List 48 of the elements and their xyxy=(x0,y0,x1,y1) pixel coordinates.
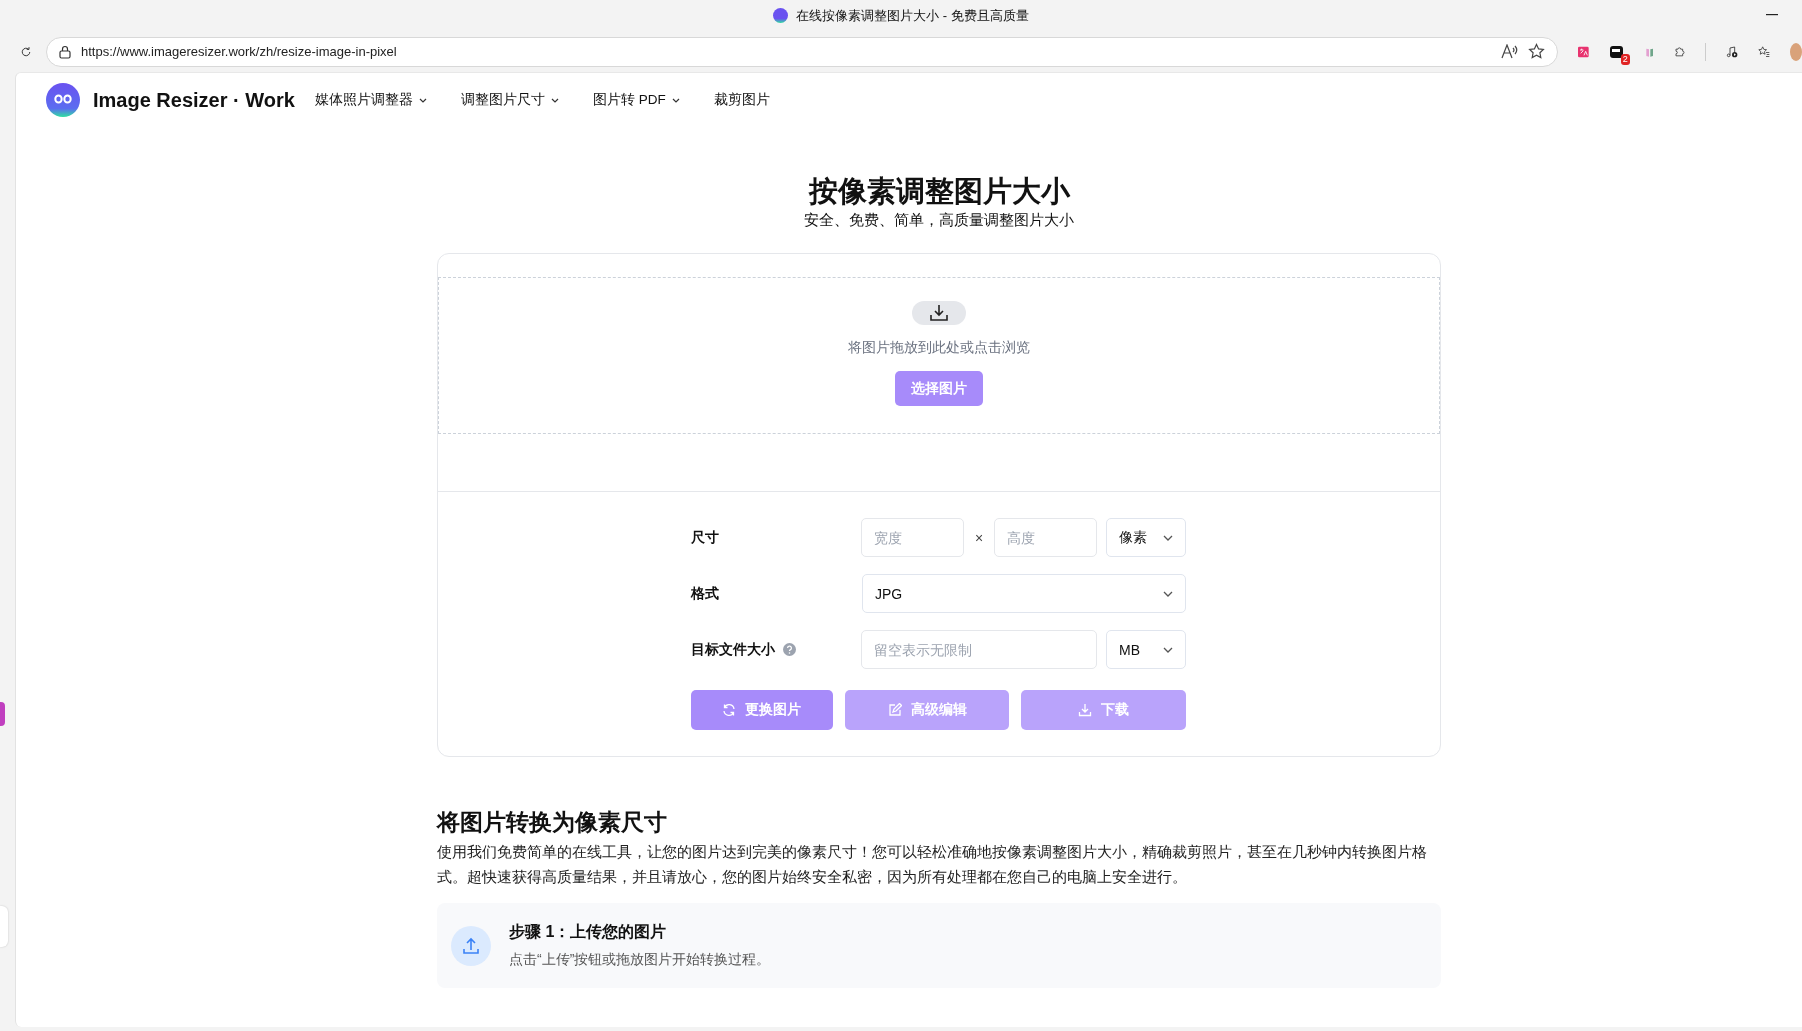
download-icon xyxy=(1078,703,1093,717)
chevron-down-icon xyxy=(1163,590,1173,597)
star-icon[interactable] xyxy=(1528,43,1545,60)
target-size-field[interactable]: 留空表示无限制 xyxy=(861,630,1097,669)
nav-link[interactable]: 媒体照片调整器 xyxy=(314,91,427,109)
sidebar-toggle-icon[interactable] xyxy=(0,906,8,947)
window-title: 在线按像素调整图片大小 - 免费且高质量 xyxy=(796,6,1029,25)
field-label: 目标文件大小 xyxy=(691,640,775,659)
download-icon xyxy=(912,301,966,325)
extension-icon[interactable] xyxy=(1608,43,1625,60)
url-text: https://www.imageresizer.work/zh/resize-image-in-pixel xyxy=(81,44,397,59)
nav-link[interactable]: 裁剪图片 xyxy=(713,91,770,109)
times-sign: × xyxy=(973,529,985,546)
chevron-down-icon xyxy=(550,97,559,103)
brand-name[interactable]: Image Resizer · Work xyxy=(93,88,295,112)
drop-zone[interactable]: 将图片拖放到此处或点击浏览 选择图片 xyxy=(438,277,1440,434)
format-dropdown[interactable]: JPG xyxy=(862,574,1186,613)
section-paragraph: 使用我们免费简单的在线工具，让您的图片达到完美的像素尺寸！您可以轻松准确地按像素调整图片大小，精确裁剪照片，甚至在几秒钟内转换图片格式。超快速获得高质量结果，并且请放心，您的图片始终安全私密，因为所有处理都在您自己的电脑上安全进行。 xyxy=(437,842,1428,887)
chevron-down-icon xyxy=(1163,534,1173,541)
favorites-icon[interactable] xyxy=(1758,43,1770,60)
notification-badge: 2 xyxy=(1620,53,1630,65)
upload-icon xyxy=(451,925,491,966)
read-aloud-icon[interactable] xyxy=(1501,44,1518,59)
minimize-icon[interactable] xyxy=(1766,14,1778,16)
step-description: 点击“上传”按钮或拖放图片开始转换过程。 xyxy=(509,951,771,969)
step-title: 步骤 1：上传您的图片 xyxy=(509,922,668,942)
section-title: 将图片转换为像素尺寸 xyxy=(437,808,668,837)
height-field[interactable]: 高度 xyxy=(994,518,1097,557)
lock-icon xyxy=(59,44,71,59)
address-bar[interactable]: https://www.imageresizer.work/zh/resize-image-in-pixel xyxy=(46,36,1558,67)
refresh-icon xyxy=(722,703,737,717)
field-label: 格式 xyxy=(691,584,720,603)
sidebar-tab-icon[interactable] xyxy=(0,702,5,726)
drop-hint: 将图片拖放到此处或点击浏览 xyxy=(848,339,1030,357)
chevron-down-icon xyxy=(671,97,680,103)
unit-dropdown[interactable]: MB xyxy=(1106,630,1186,669)
unit-dropdown[interactable]: 像素 xyxy=(1106,518,1186,557)
page-subtitle: 安全、免费、简单，高质量调整图片大小 xyxy=(803,210,1075,230)
nav-link[interactable]: 调整图片尺寸 xyxy=(460,91,559,109)
nav-link[interactable]: 图片转 PDF xyxy=(592,91,680,109)
width-field[interactable]: 宽度 xyxy=(861,518,964,557)
site-favicon-icon xyxy=(773,8,789,23)
chevron-down-icon xyxy=(418,97,427,103)
chevron-down-icon xyxy=(1163,646,1173,653)
logo-icon[interactable] xyxy=(46,83,80,117)
pencil-icon xyxy=(887,703,902,717)
page-title: 按像素调整图片大小 xyxy=(807,174,1072,209)
field-label: 尺寸 xyxy=(691,528,720,547)
